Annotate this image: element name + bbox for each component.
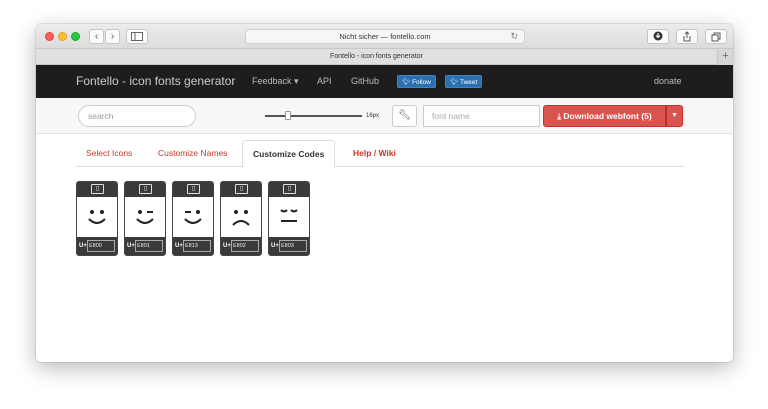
wink-icon <box>136 210 154 224</box>
reload-icon[interactable]: ↻ <box>510 30 518 43</box>
address-text: Nicht sicher — fontello.com <box>339 32 431 41</box>
wink-alt-icon <box>184 210 202 224</box>
size-label: 16px <box>366 113 380 119</box>
twitter-tweet-button[interactable]: 🐦︎ Tweet <box>445 75 483 88</box>
twitter-icon: 🐦︎ <box>450 79 460 86</box>
forward-button[interactable]: › <box>105 29 120 44</box>
toolbar-row: search 16px 🔧︎ font name ⤓ Download webf… <box>36 98 733 134</box>
caret-down-icon: ▼ <box>671 112 678 119</box>
twitter-follow-button[interactable]: 🐦︎ Follow <box>397 75 436 88</box>
glyph-preview-box-icon: ▯ <box>187 184 200 194</box>
frown-icon <box>232 210 250 226</box>
downloads-button[interactable] <box>647 29 669 44</box>
address-bar[interactable]: Nicht sicher — fontello.com ↻ <box>245 29 525 44</box>
size-slider-handle[interactable] <box>285 111 291 120</box>
nav-donate[interactable]: donate <box>654 65 682 98</box>
glyph-card[interactable]: ▯ U+ E803 <box>268 181 310 256</box>
chevron-left-icon: ‹ <box>94 31 99 42</box>
code-input[interactable]: E801 <box>135 240 163 252</box>
glyph-preview-box-icon: ▯ <box>139 184 152 194</box>
sleep-icon <box>280 209 298 222</box>
code-prefix: U+ <box>175 243 183 249</box>
twitter-icon: 🐦︎ <box>402 79 413 86</box>
smile-icon <box>88 210 106 224</box>
wrench-icon: 🔧︎ <box>398 110 411 121</box>
code-prefix: U+ <box>127 243 135 249</box>
code-input[interactable]: E802 <box>231 240 259 252</box>
download-webfont-button[interactable]: ⤓ Download webfont (5) <box>543 105 666 127</box>
tweet-label: Tweet <box>459 79 478 86</box>
new-tab-button[interactable]: + <box>717 49 733 65</box>
browser-toolbar: ‹ › Nicht sicher — fontello.com ↻ <box>36 24 733 49</box>
download-icon <box>653 31 663 41</box>
code-prefix: U+ <box>271 243 279 249</box>
browser-tab-title[interactable]: Fontello - icon fonts generator <box>36 49 717 65</box>
close-window-button[interactable] <box>45 32 54 41</box>
minimize-window-button[interactable] <box>58 32 67 41</box>
download-label: Download webfont (5) <box>563 111 652 121</box>
glyph-card[interactable]: ▯ U+ E813 <box>172 181 214 256</box>
share-icon <box>683 31 691 42</box>
code-input[interactable]: E800 <box>87 240 115 252</box>
font-name-input[interactable]: font name <box>423 105 540 127</box>
search-input[interactable]: search <box>78 105 196 127</box>
code-prefix: U+ <box>79 243 87 249</box>
sidebar-icon <box>131 32 143 41</box>
glyph-preview-box-icon: ▯ <box>283 184 296 194</box>
code-input[interactable]: E803 <box>279 240 307 252</box>
tab-bar: Fontello - icon fonts generator + <box>36 49 733 65</box>
sidebar-button[interactable] <box>126 29 148 44</box>
glyph-card[interactable]: ▯ U+ E800 <box>76 181 118 256</box>
back-button[interactable]: ‹ <box>89 29 104 44</box>
code-input[interactable]: E813 <box>183 240 211 252</box>
zoom-window-button[interactable] <box>71 32 80 41</box>
nav-feedback[interactable]: Feedback ▾ <box>252 65 299 98</box>
nav-api[interactable]: API <box>317 65 332 98</box>
size-slider-track[interactable] <box>265 115 362 117</box>
tab-select-icons[interactable]: Select Icons <box>76 140 142 167</box>
settings-button[interactable]: 🔧︎ <box>392 105 417 127</box>
tab-help-wiki[interactable]: Help / Wiki <box>343 140 406 167</box>
follow-label: Follow <box>412 79 431 86</box>
main-tabs: Select Icons Customize Names Customize C… <box>76 140 684 168</box>
nav-github[interactable]: GitHub <box>351 65 379 98</box>
site-navbar: Fontello - icon fonts generator Feedback… <box>36 65 733 98</box>
glyph-preview-box-icon: ▯ <box>91 184 104 194</box>
brand-link[interactable]: Fontello - icon fonts generator <box>76 65 235 98</box>
browser-window: ‹ › Nicht sicher — fontello.com ↻ Fontel… <box>36 24 733 362</box>
share-button[interactable] <box>676 29 698 44</box>
glyph-preview-box-icon: ▯ <box>235 184 248 194</box>
tab-overview-button[interactable] <box>705 29 727 44</box>
chevron-right-icon: › <box>110 31 115 42</box>
code-prefix: U+ <box>223 243 231 249</box>
tab-customize-names[interactable]: Customize Names <box>148 140 237 167</box>
tab-customize-codes[interactable]: Customize Codes <box>242 140 336 168</box>
download-options-button[interactable]: ▼ <box>666 105 683 127</box>
glyph-card[interactable]: ▯ U+ E801 <box>124 181 166 256</box>
tabs-icon <box>711 32 721 42</box>
glyph-card[interactable]: ▯ U+ E802 <box>220 181 262 256</box>
